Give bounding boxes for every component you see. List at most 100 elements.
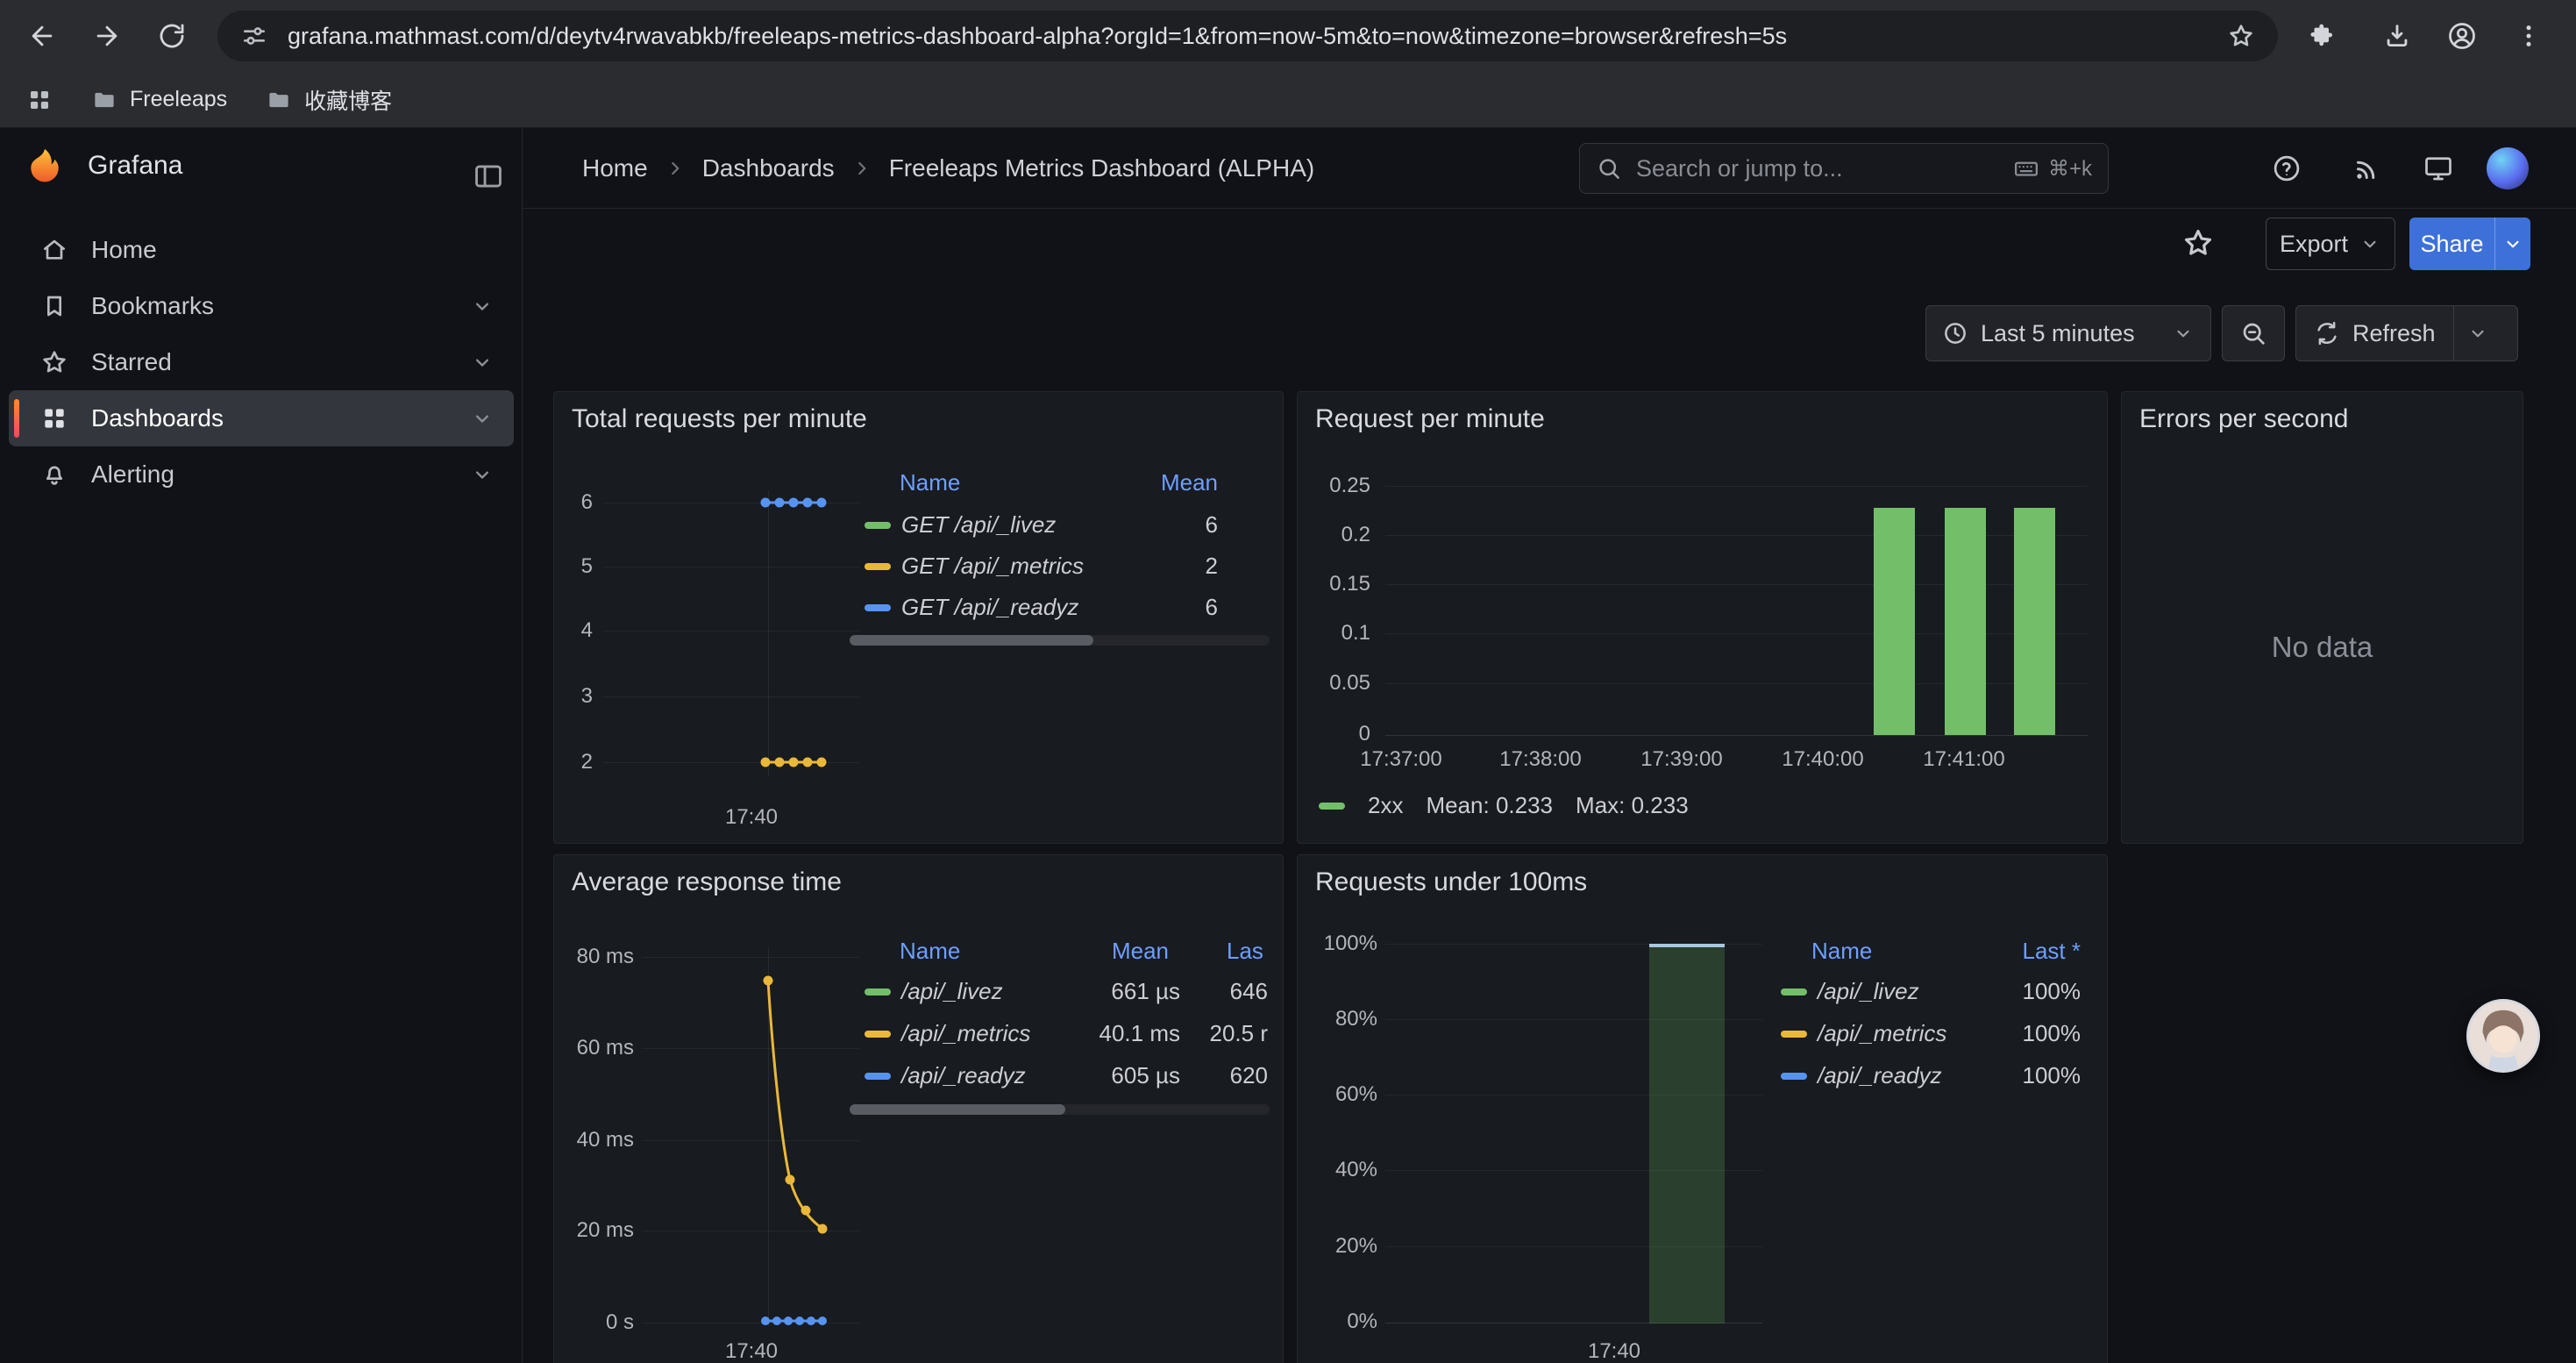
sidebar-item-home[interactable]: Home: [9, 222, 514, 278]
panel-title[interactable]: Requests under 100ms: [1315, 867, 1587, 897]
series-color-green[interactable]: [865, 988, 891, 995]
assistant-avatar[interactable]: [2466, 999, 2540, 1073]
grafana-logo-icon[interactable]: [25, 146, 65, 186]
series-name[interactable]: /api/_readyz: [1818, 1062, 1975, 1089]
refresh-button-group: Refresh: [2295, 305, 2518, 361]
legend-scrollbar[interactable]: [850, 635, 1270, 646]
series-color-green[interactable]: [1319, 803, 1345, 810]
reload-icon[interactable]: [153, 17, 191, 55]
series-color-blue[interactable]: [865, 1073, 891, 1080]
downloads-icon[interactable]: [2378, 17, 2416, 55]
search-input[interactable]: [1634, 154, 2001, 183]
legend-row: /api/_livez 661 µs 646: [865, 971, 1268, 1012]
news-rss-icon[interactable]: [2346, 147, 2388, 189]
panel-requests-under-100ms: Requests under 100ms 100% 80% 60% 40% 20…: [1297, 854, 2108, 1363]
favorite-star-icon[interactable]: [2181, 226, 2215, 260]
legend-col-name[interactable]: Name: [900, 469, 960, 496]
export-button[interactable]: Export: [2266, 218, 2395, 270]
legend-row: 2xx Mean: 0.233 Max: 0.233: [1319, 785, 1775, 826]
chevron-down-icon[interactable]: [470, 294, 495, 318]
series-name[interactable]: GET /api/_metrics: [901, 553, 1139, 580]
series-last: 100%: [1975, 1020, 2081, 1047]
legend-col-last[interactable]: Last *: [1949, 938, 2081, 964]
sidebar-item-starred[interactable]: Starred: [9, 334, 514, 390]
scrollbar-thumb[interactable]: [850, 635, 1093, 646]
bookmark-folder-blogs[interactable]: 收藏博客: [266, 84, 392, 116]
bookmark-star-icon[interactable]: [2227, 22, 2255, 50]
breadcrumb-home[interactable]: Home: [582, 154, 648, 182]
series-mean: 6: [1139, 511, 1218, 539]
brand-row: Grafana: [25, 146, 182, 186]
refresh-icon: [2314, 320, 2340, 346]
url-bar[interactable]: grafana.mathmast.com/d/deytv4rwavabkb/fr…: [217, 11, 2278, 61]
series-name[interactable]: /api/_livez: [1818, 978, 1975, 1005]
legend-col-mean[interactable]: Mean: [1037, 938, 1169, 964]
sidebar-item-alerting[interactable]: Alerting: [9, 446, 514, 503]
series-color-yellow[interactable]: [865, 563, 891, 570]
site-info-icon[interactable]: [240, 22, 268, 50]
search-shortcut: ⌘+k: [2013, 155, 2092, 182]
series-mean: 2: [1139, 553, 1218, 580]
url-text[interactable]: grafana.mathmast.com/d/deytv4rwavabkb/fr…: [288, 23, 2208, 50]
share-button[interactable]: Share: [2409, 218, 2530, 270]
series-last: 20.5 r: [1180, 1020, 1268, 1047]
sidebar-item-bookmarks[interactable]: Bookmarks: [9, 278, 514, 334]
series-name[interactable]: /api/_readyz: [901, 1062, 1049, 1089]
time-range-button[interactable]: Last 5 minutes: [1925, 305, 2211, 361]
legend-col-mean[interactable]: Mean: [1130, 469, 1218, 496]
zoom-out-button[interactable]: [2222, 305, 2285, 361]
series-name[interactable]: /api/_metrics: [1818, 1020, 1975, 1047]
series-name[interactable]: /api/_livez: [901, 978, 1049, 1005]
series-color-blue[interactable]: [865, 604, 891, 611]
bookmarks-bar: Freeleaps 收藏博客: [0, 72, 2576, 128]
legend-scrollbar[interactable]: [850, 1104, 1270, 1115]
series-color-blue[interactable]: [1781, 1073, 1807, 1080]
legend-row: /api/_metrics 40.1 ms 20.5 r: [865, 1013, 1268, 1054]
sidebar-item-label: Home: [91, 236, 157, 264]
scrollbar-thumb[interactable]: [850, 1104, 1065, 1115]
brand-name: Grafana: [88, 151, 182, 181]
legend-row: GET /api/_livez 6: [865, 504, 1218, 546]
chevron-down-icon[interactable]: [470, 406, 495, 431]
breadcrumb-dashboards[interactable]: Dashboards: [702, 154, 835, 182]
refresh-interval-dropdown[interactable]: [2453, 306, 2502, 360]
series-name[interactable]: GET /api/_livez: [901, 511, 1139, 539]
menu-dots-icon[interactable]: [2509, 17, 2548, 55]
y-tick: 20%: [1300, 1233, 1377, 1260]
chevron-down-icon[interactable]: [470, 462, 495, 487]
refresh-button[interactable]: Refresh: [2296, 306, 2453, 360]
series-name[interactable]: /api/_metrics: [901, 1020, 1049, 1047]
legend-row: GET /api/_metrics 2: [865, 546, 1218, 587]
refresh-label: Refresh: [2352, 320, 2436, 347]
apps-grid-icon[interactable]: [26, 87, 53, 113]
bell-icon: [40, 460, 68, 489]
profile-icon[interactable]: [2443, 17, 2481, 55]
series-name[interactable]: GET /api/_readyz: [901, 594, 1139, 621]
sidebar-collapse-icon[interactable]: [472, 160, 505, 193]
share-dropdown[interactable]: [2494, 218, 2530, 270]
monitor-icon[interactable]: [2417, 147, 2459, 189]
share-label[interactable]: Share: [2409, 218, 2494, 270]
user-avatar[interactable]: [2487, 147, 2529, 189]
panel-average-response-time: Average response time 80 ms 60 ms 40 ms …: [553, 854, 1284, 1363]
back-icon[interactable]: [23, 17, 61, 55]
bookmark-folder-freeleaps[interactable]: Freeleaps: [91, 87, 227, 113]
legend-col-name[interactable]: Name: [900, 938, 960, 964]
series-color-yellow[interactable]: [1781, 1031, 1807, 1038]
legend-row: /api/_metrics 100%: [1781, 1013, 2081, 1054]
legend-col-last[interactable]: Las: [1227, 938, 1263, 964]
series-name[interactable]: 2xx: [1368, 792, 1403, 819]
export-label: Export: [2280, 231, 2348, 258]
extensions-icon[interactable]: [2302, 17, 2341, 55]
help-icon[interactable]: [2266, 147, 2308, 189]
chevron-down-icon[interactable]: [470, 350, 495, 375]
series-color-yellow[interactable]: [865, 1031, 891, 1038]
panel-title[interactable]: Errors per second: [2139, 404, 2348, 434]
series-color-green[interactable]: [1781, 988, 1807, 995]
clock-icon: [1942, 320, 1968, 346]
forward-icon[interactable]: [88, 17, 126, 55]
dashboards-grid-icon: [40, 404, 68, 432]
series-color-green[interactable]: [865, 522, 891, 529]
legend-col-name[interactable]: Name: [1811, 938, 1872, 964]
sidebar-item-dashboards[interactable]: Dashboards: [9, 390, 514, 446]
